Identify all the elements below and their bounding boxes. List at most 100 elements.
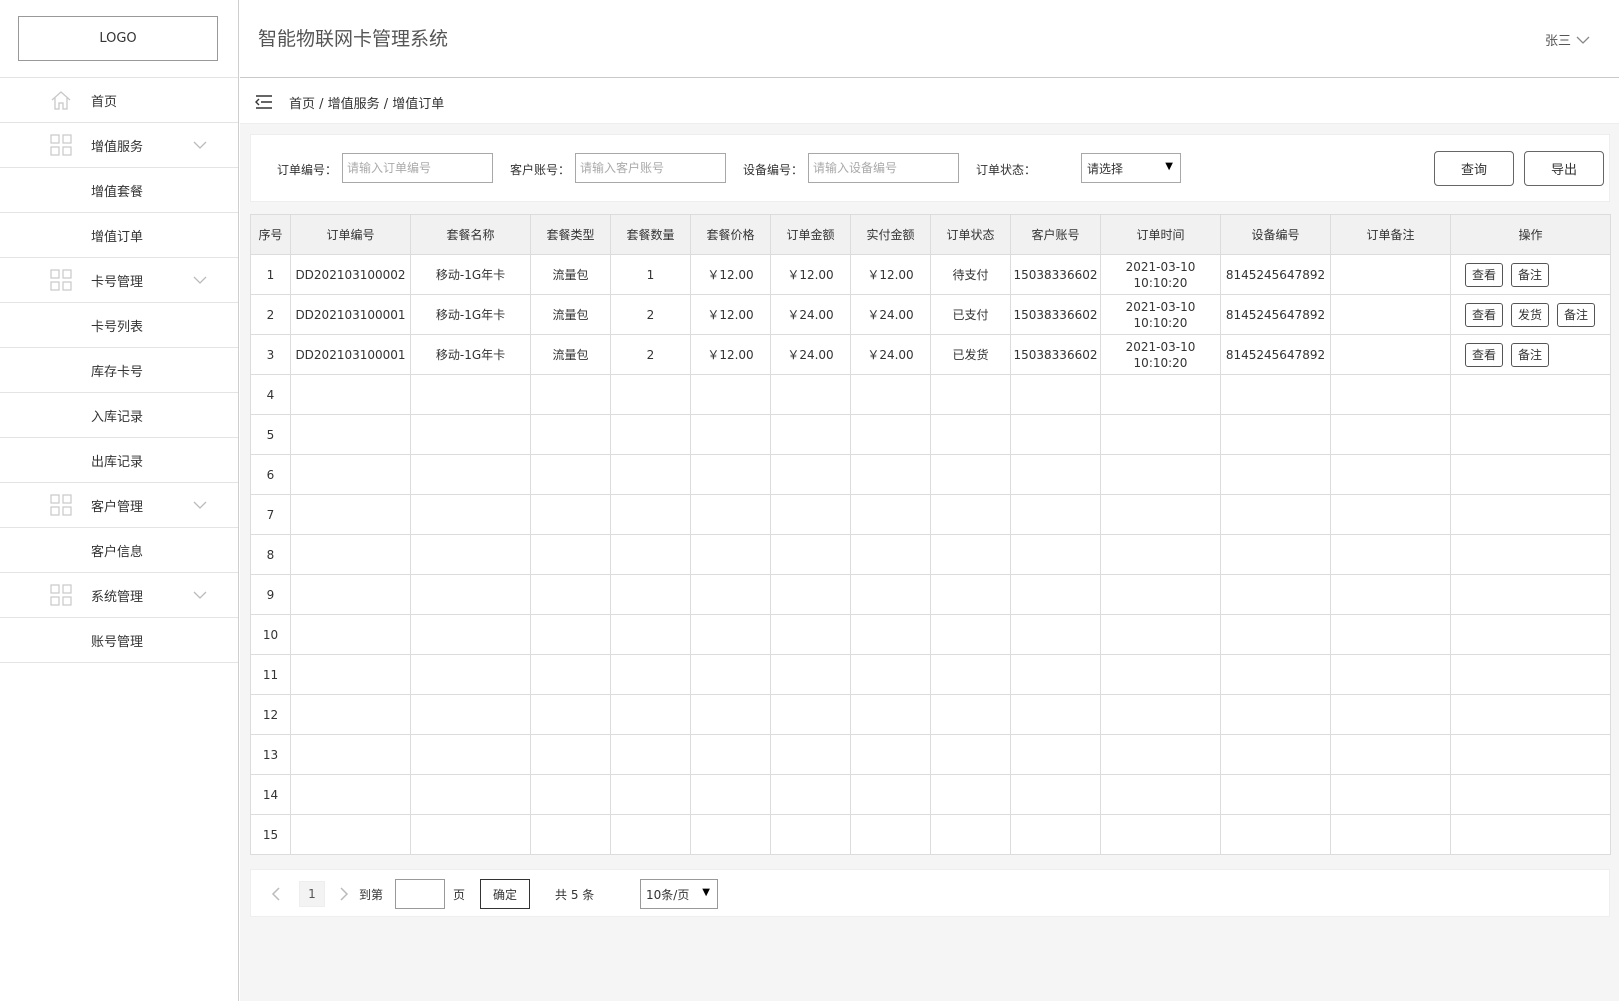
row-action-button[interactable]: 备注 bbox=[1511, 262, 1550, 287]
goto-page-input[interactable] bbox=[395, 879, 445, 909]
cell-remark bbox=[1330, 254, 1451, 295]
empty-cell bbox=[610, 454, 691, 495]
query-button[interactable]: 查询 bbox=[1434, 151, 1514, 186]
empty-cell bbox=[850, 614, 931, 655]
cell-status: 已支付 bbox=[930, 294, 1011, 335]
empty-cell bbox=[1330, 414, 1451, 455]
cell-idx: 5 bbox=[250, 414, 291, 455]
cell-price: ￥12.00 bbox=[690, 334, 771, 375]
status-select-value: 请选择 bbox=[1087, 161, 1124, 176]
sidebar-item-label: 卡号管理 bbox=[91, 274, 144, 290]
sidebar-item[interactable]: 增值订单 bbox=[0, 213, 238, 258]
page-size-select[interactable]: 10条/页 ▼ bbox=[640, 879, 718, 909]
empty-cell bbox=[690, 534, 771, 575]
chevron-down-icon bbox=[193, 591, 207, 599]
empty-cell bbox=[530, 374, 611, 415]
table-row: 9 bbox=[250, 574, 1611, 615]
order-no-label: 订单编号： bbox=[277, 163, 338, 177]
menu-toggle-icon[interactable] bbox=[255, 94, 273, 110]
empty-cell bbox=[530, 534, 611, 575]
table-row: 8 bbox=[250, 534, 1611, 575]
sidebar-item[interactable]: 卡号列表 bbox=[0, 303, 238, 348]
empty-cell bbox=[690, 694, 771, 735]
empty-cell bbox=[1220, 534, 1331, 575]
empty-cell bbox=[770, 454, 851, 495]
export-button[interactable]: 导出 bbox=[1524, 151, 1604, 186]
caret-down-icon: ▼ bbox=[1165, 161, 1173, 172]
column-header: 订单备注 bbox=[1330, 214, 1451, 255]
empty-cell bbox=[930, 734, 1011, 775]
empty-cell bbox=[1100, 454, 1221, 495]
empty-cell bbox=[530, 774, 611, 815]
sidebar-item[interactable]: 库存卡号 bbox=[0, 348, 238, 393]
cell-idx: 15 bbox=[250, 814, 291, 855]
sidebar-item[interactable]: 客户信息 bbox=[0, 528, 238, 573]
empty-cell bbox=[850, 814, 931, 855]
order-no-input[interactable] bbox=[342, 153, 493, 183]
sidebar-item[interactable]: 系统管理 bbox=[0, 573, 238, 618]
column-header: 操作 bbox=[1450, 214, 1611, 255]
prev-page-icon[interactable] bbox=[269, 886, 283, 902]
empty-cell bbox=[770, 774, 851, 815]
row-action-button[interactable]: 查看 bbox=[1465, 262, 1504, 287]
table-header-row: 序号 订单编号 套餐名称 套餐类型 套餐数量 套餐价格 订单金额 实付金额 订单状态 客户账号 订单… bbox=[250, 214, 1611, 255]
row-action-button[interactable]: 备注 bbox=[1557, 302, 1596, 327]
device-input[interactable] bbox=[808, 153, 959, 183]
empty-cell bbox=[930, 614, 1011, 655]
next-page-icon[interactable] bbox=[337, 886, 351, 902]
sidebar-item-label: 首页 bbox=[91, 94, 118, 110]
row-action-button[interactable]: 查看 bbox=[1465, 342, 1504, 367]
page-number[interactable]: 1 bbox=[299, 881, 325, 907]
user-menu[interactable]: 张三 bbox=[1545, 30, 1591, 49]
empty-cell bbox=[930, 814, 1011, 855]
sidebar-item[interactable]: 增值套餐 bbox=[0, 168, 238, 213]
sidebar-item[interactable]: 首页 bbox=[0, 78, 238, 123]
empty-cell bbox=[1330, 774, 1451, 815]
empty-cell bbox=[1100, 374, 1221, 415]
cell-idx: 11 bbox=[250, 654, 291, 695]
cell-amount: ￥24.00 bbox=[770, 334, 851, 375]
sidebar-item[interactable]: 账号管理 bbox=[0, 618, 238, 663]
customer-input[interactable] bbox=[575, 153, 726, 183]
empty-cell bbox=[690, 374, 771, 415]
empty-cell bbox=[1450, 414, 1611, 455]
cell-order-time: 2021-03-10 10:10:20 bbox=[1100, 334, 1221, 375]
row-action-button[interactable]: 查看 bbox=[1465, 302, 1504, 327]
sidebar-item-label: 库存卡号 bbox=[91, 364, 144, 380]
empty-cell bbox=[1220, 454, 1331, 495]
cell-paid: ￥24.00 bbox=[850, 334, 931, 375]
sidebar-item-label: 系统管理 bbox=[91, 589, 144, 605]
empty-cell bbox=[410, 414, 531, 455]
empty-cell bbox=[850, 774, 931, 815]
cell-status: 待支付 bbox=[930, 254, 1011, 295]
home-icon bbox=[50, 89, 72, 111]
sidebar-item[interactable]: 卡号管理 bbox=[0, 258, 238, 303]
cell-package-name: 移动-1G年卡 bbox=[410, 294, 531, 335]
empty-cell bbox=[850, 534, 931, 575]
orders-table-wrap: 序号 订单编号 套餐名称 套餐类型 套餐数量 套餐价格 订单金额 实付金额 订单状态 客户账号 订单… bbox=[250, 214, 1611, 855]
cell-order-no: DD202103100002 bbox=[290, 254, 411, 295]
grid-icon bbox=[50, 269, 72, 291]
app-title: 智能物联网卡管理系统 bbox=[258, 28, 449, 50]
grid-icon bbox=[50, 584, 72, 606]
table-row: 2 DD202103100001 移动-1G年卡 流量包 2 ￥12.00 ￥24.00 ￥2… bbox=[250, 294, 1611, 335]
row-action-button[interactable]: 备注 bbox=[1511, 342, 1550, 367]
sidebar-item[interactable]: 入库记录 bbox=[0, 393, 238, 438]
empty-cell bbox=[1450, 694, 1611, 735]
order-date: 2021-03-10 bbox=[1125, 259, 1196, 274]
table-row: 6 bbox=[250, 454, 1611, 495]
table-row: 12 bbox=[250, 694, 1611, 735]
cell-package-type: 流量包 bbox=[530, 254, 611, 295]
status-select[interactable]: 请选择 ▼ bbox=[1081, 153, 1181, 183]
sidebar-item[interactable]: 增值服务 bbox=[0, 123, 238, 168]
content-area: 首页 / 增值服务 / 增值订单 订单编号： 客户账号： 设备编号： 订单状态：… bbox=[240, 79, 1619, 1001]
sidebar-item[interactable]: 客户管理 bbox=[0, 483, 238, 528]
sidebar-item[interactable]: 出库记录 bbox=[0, 438, 238, 483]
empty-cell bbox=[1330, 534, 1451, 575]
empty-cell bbox=[770, 814, 851, 855]
empty-cell bbox=[690, 654, 771, 695]
row-action-button[interactable]: 发货 bbox=[1511, 302, 1550, 327]
order-clock: 10:10:20 bbox=[1133, 275, 1188, 290]
empty-cell bbox=[1450, 614, 1611, 655]
goto-confirm-button[interactable]: 确定 bbox=[480, 879, 530, 909]
